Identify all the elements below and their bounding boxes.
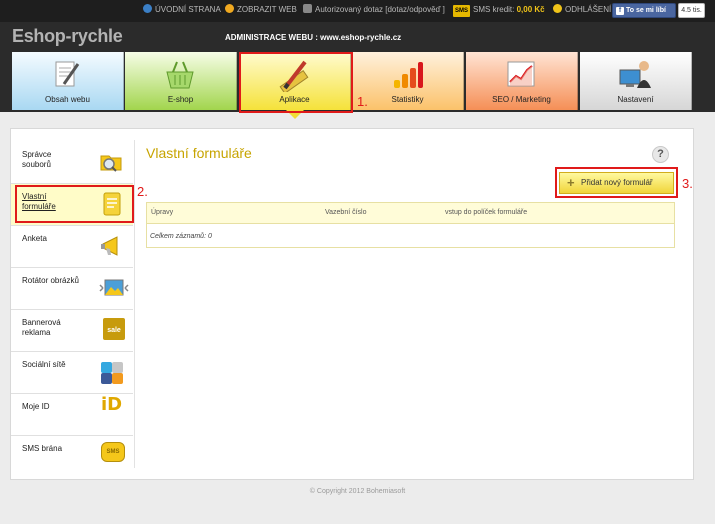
admin-title: ADMINISTRACE WEBU : www.eshop-rychle.cz [225, 33, 402, 42]
page-title: Vlastní formuláře [146, 145, 252, 161]
bar-chart-icon [394, 62, 423, 88]
tab-statistics[interactable]: Statistiky [352, 52, 464, 110]
topbar-link-home[interactable]: ÚVODNÍ STRANA [143, 4, 221, 16]
sms-credit-value: 0,00 Kč [516, 5, 545, 14]
sidebar-item-label: Moje ID [22, 402, 50, 411]
column-header-edit: Úpravy [151, 209, 174, 216]
tab-settings[interactable]: Nastavení [580, 52, 692, 110]
sale-banner-icon: sale [103, 318, 125, 340]
tab-content[interactable]: Obsah webu [12, 52, 124, 110]
like-button[interactable]: f To se mi líbí [612, 3, 676, 18]
logout-link[interactable]: ODHLÁŠENÍ [553, 4, 611, 16]
site-logo[interactable]: Eshop-rychle [12, 26, 123, 47]
folder-search-icon [100, 155, 122, 172]
tab-content-label: Obsah webu [45, 95, 90, 104]
help-icon[interactable]: ? [652, 146, 669, 163]
sidebar-item-label: Bannerová reklama [22, 318, 61, 337]
document-edit-icon [55, 61, 80, 87]
annotation-number-1: 1. [357, 94, 368, 109]
sidebar-item-banner-ads[interactable]: Bannerová reklama sale [11, 310, 133, 352]
sidebar-item-file-manager[interactable]: Správce souborů [11, 142, 133, 184]
sidebar-item-moje-id[interactable]: Moje ID iD [11, 394, 133, 436]
tab-settings-label: Nastavení [617, 95, 654, 104]
sidebar-item-image-rotator[interactable]: Rotátor obrázků [11, 268, 133, 310]
table-summary-row: Celkem záznamů: 0 [150, 233, 212, 240]
tab-statistics-label: Statistiky [391, 95, 424, 104]
line-chart-icon [507, 61, 535, 87]
sidebar-item-label: Sociální sítě [22, 360, 66, 369]
like-count: 4.5 tis. [678, 3, 705, 18]
tab-seo-marketing[interactable]: SEO / Marketing [466, 52, 578, 110]
user-computer-icon [619, 61, 651, 88]
annotation-box-3 [555, 167, 678, 198]
sidebar-divider [134, 140, 135, 468]
topbar-link-view-web[interactable]: ZOBRAZIT WEB [225, 4, 297, 16]
basket-icon [166, 61, 194, 89]
social-icon [101, 362, 123, 384]
column-header-form-fields: vstup do políček formuláře [445, 209, 528, 216]
sidebar-item-label: Anketa [22, 234, 47, 243]
chat-icon [303, 4, 312, 13]
topbar-link-query[interactable]: Autorizovaný dotaz [dotaz/odpověď ] [303, 4, 445, 16]
annotation-box-2 [15, 185, 134, 223]
copyright: © Copyright 2012 Bohemiasoft [309, 488, 406, 495]
tab-eshop-label: E-shop [167, 95, 194, 104]
sidebar-item-social-networks[interactable]: Sociální sítě [11, 352, 133, 394]
info-icon [143, 4, 152, 13]
sidebar-item-label: Správce souborů [22, 150, 52, 169]
image-rotator-icon [99, 279, 129, 296]
sidebar-item-sms-gateway[interactable]: SMS brána SMS [11, 436, 133, 478]
sms-icon: SMS [101, 442, 125, 462]
sun-icon [225, 4, 234, 13]
mojeid-icon: iD [101, 394, 123, 415]
sms-badge: SMS [453, 5, 471, 17]
annotation-number-2: 2. [137, 184, 148, 199]
tab-eshop[interactable]: E-shop [125, 52, 237, 110]
lock-icon [553, 4, 562, 13]
sms-credit: SMS SMS kredit: 0,00 Kč [453, 4, 545, 17]
annotation-box-1 [239, 52, 353, 113]
tab-seo-marketing-label: SEO / Marketing [492, 95, 551, 104]
sidebar-item-label: SMS brána [22, 444, 63, 453]
megaphone-icon [101, 236, 118, 256]
facebook-icon: f [616, 7, 624, 15]
sidebar-item-poll[interactable]: Anketa [11, 226, 133, 268]
sidebar-item-label: Rotátor obrázků [22, 276, 79, 285]
column-header-binding-number: Vazební číslo [325, 209, 367, 216]
table-header [147, 203, 674, 224]
annotation-number-3: 3. [682, 176, 693, 191]
